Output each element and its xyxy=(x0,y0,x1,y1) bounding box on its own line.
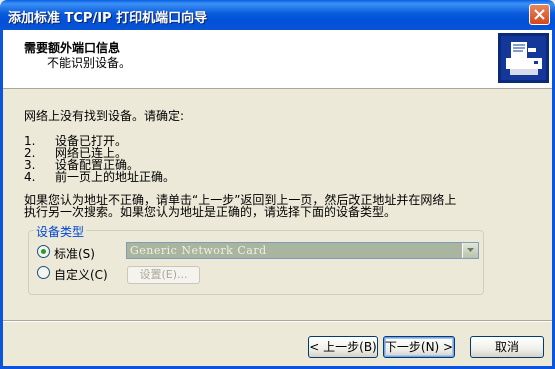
dropdown-button[interactable] xyxy=(462,243,478,258)
device-type-group: 设备类型 xyxy=(28,223,484,295)
list-item-text: 前一页上的地址正确。 xyxy=(55,170,176,184)
custom-radio[interactable] xyxy=(37,266,50,279)
standard-device-dropdown[interactable]: Generic Network Card xyxy=(126,242,479,259)
title-bar[interactable]: 添加标准 TCP/IP 打印机端口向导 xyxy=(0,0,555,30)
close-button[interactable] xyxy=(529,4,550,25)
footer-divider xyxy=(3,320,552,322)
standard-radio[interactable] xyxy=(37,245,50,258)
close-icon xyxy=(534,9,545,20)
settings-button[interactable]: 设置(E)... xyxy=(127,266,200,284)
radio-selected-dot xyxy=(41,249,46,254)
list-item-number: 4. xyxy=(24,170,36,184)
wizard-header: 需要额外端口信息 不能识别设备。 xyxy=(3,30,552,89)
custom-radio-label[interactable]: 自定义(C) xyxy=(54,266,108,283)
cancel-button[interactable]: 取消 xyxy=(470,336,544,358)
group-title: 设备类型 xyxy=(34,223,87,240)
header-subtitle: 不能识别设备。 xyxy=(47,56,132,70)
intro-text: 网络上没有找到设备。请确定: xyxy=(24,109,185,123)
window-title: 添加标准 TCP/IP 打印机端口向导 xyxy=(8,11,208,26)
note-line-2: 执行另一次搜索。如果您认为地址是正确的，请选择下面的设备类型。 xyxy=(24,205,397,219)
dropdown-value: Generic Network Card xyxy=(130,244,267,257)
next-button[interactable]: 下一步(N) > xyxy=(383,336,455,358)
standard-radio-label[interactable]: 标准(S) xyxy=(54,245,95,262)
back-button[interactable]: < 上一步(B) xyxy=(308,336,378,358)
chevron-down-icon xyxy=(467,248,474,252)
printer-icon xyxy=(498,33,549,83)
